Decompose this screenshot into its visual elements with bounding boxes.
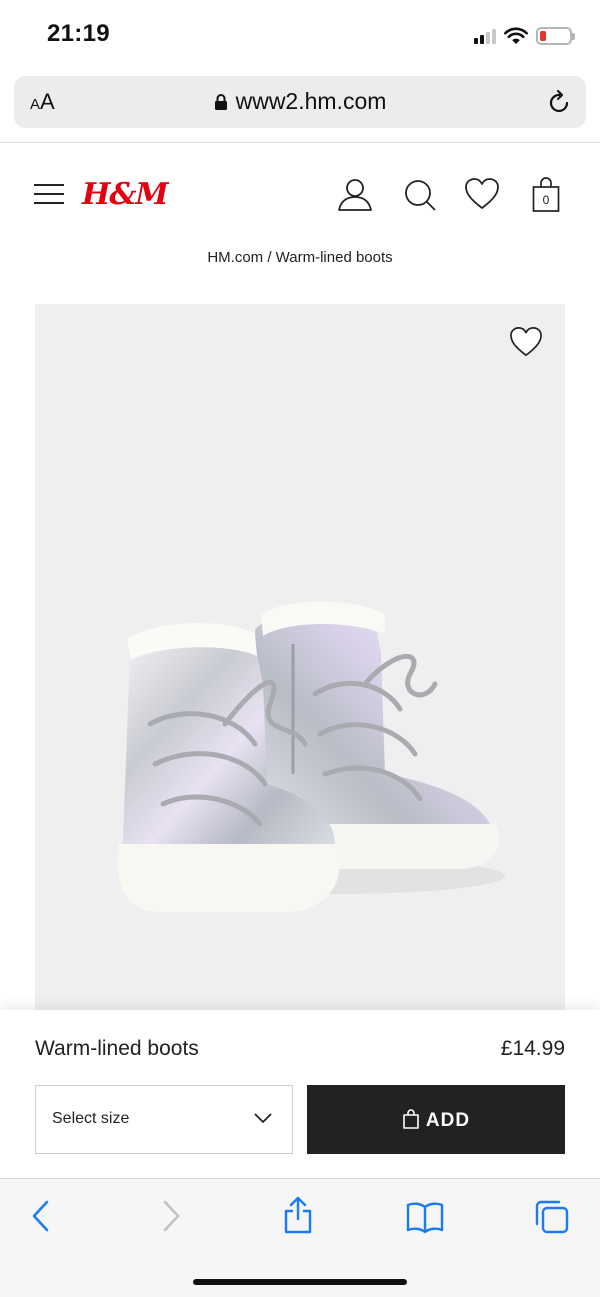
status-icons xyxy=(474,24,575,48)
tabs-icon[interactable] xyxy=(534,1199,570,1235)
url-display[interactable]: www2.hm.com xyxy=(14,88,586,115)
product-price: £14.99 xyxy=(500,1037,565,1060)
home-indicator xyxy=(193,1279,407,1285)
cellular-signal-icon xyxy=(474,28,496,44)
add-to-favourites-icon[interactable] xyxy=(509,326,543,358)
boots-photo xyxy=(117,601,505,912)
breadcrumb[interactable]: HM.com / Warm-lined boots xyxy=(0,249,600,266)
lock-icon xyxy=(214,94,227,110)
status-bar: 21:19 xyxy=(0,0,600,70)
size-select-label: Select size xyxy=(52,1110,130,1127)
bookmarks-icon[interactable] xyxy=(405,1201,445,1233)
wifi-icon xyxy=(504,27,528,44)
address-bar[interactable]: AA www2.hm.com xyxy=(14,76,586,128)
reload-icon[interactable] xyxy=(548,89,572,115)
favourites-icon[interactable] xyxy=(464,177,500,211)
battery-icon xyxy=(536,27,575,45)
shopping-bag-icon[interactable]: 0 xyxy=(532,177,560,213)
menu-icon[interactable] xyxy=(34,183,64,205)
site-header: H&M 0 xyxy=(0,143,600,243)
product-image[interactable] xyxy=(35,304,565,1024)
status-time: 21:19 xyxy=(47,20,110,47)
search-icon[interactable] xyxy=(403,177,437,213)
back-icon[interactable] xyxy=(30,1199,52,1233)
forward-icon[interactable] xyxy=(160,1199,182,1233)
account-icon[interactable] xyxy=(337,177,373,213)
bag-icon xyxy=(403,1109,419,1129)
add-to-bag-button[interactable]: ADD xyxy=(307,1085,565,1154)
share-icon[interactable] xyxy=(282,1195,314,1235)
add-button-label: ADD xyxy=(425,1110,471,1131)
bag-count: 0 xyxy=(542,193,550,207)
product-name: Warm-lined boots xyxy=(35,1037,199,1060)
url-text: www2.hm.com xyxy=(235,88,387,114)
size-select[interactable]: Select size xyxy=(35,1085,293,1154)
address-bar-container: AA www2.hm.com xyxy=(0,70,600,142)
hm-logo[interactable]: H&M xyxy=(82,177,169,212)
chevron-down-icon xyxy=(254,1113,272,1124)
product-panel: Warm-lined boots £14.99 Select size ADD xyxy=(0,1010,600,1178)
